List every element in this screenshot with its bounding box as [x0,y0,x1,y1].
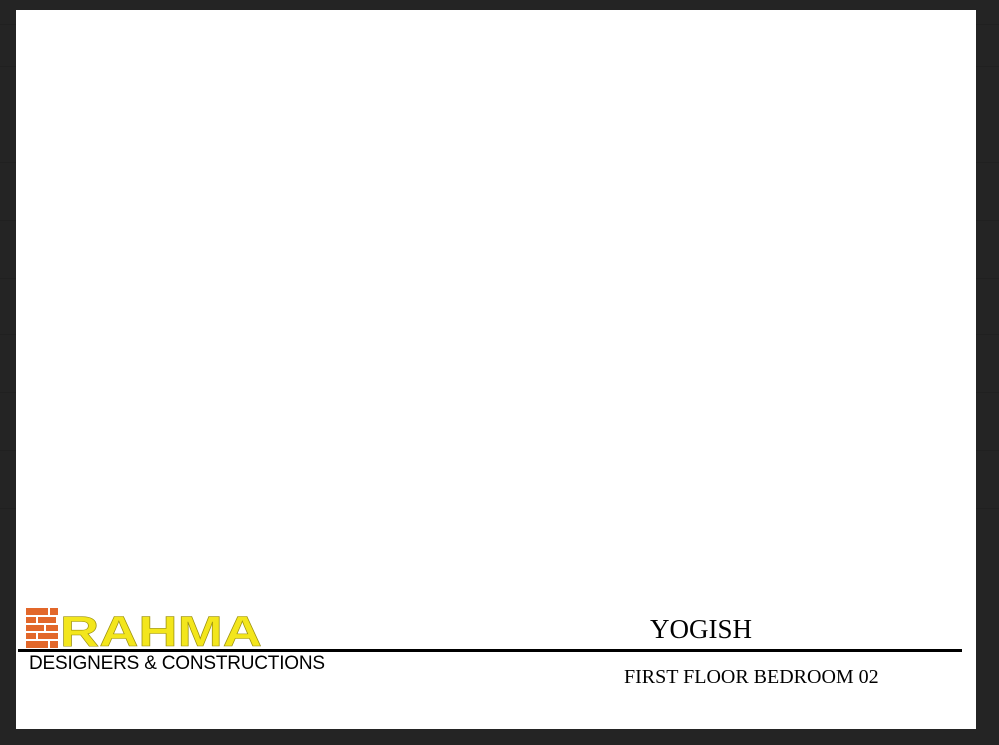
logo-wordmark: RAHMA [60,608,262,648]
drawing-sheet-image: RAHMA DESIGNERS & CONSTRUCTIONS YOGISH F… [16,10,976,729]
brahma-logo: RAHMA [26,608,262,648]
company-name: DESIGNERS & CONSTRUCTIONS [29,653,325,674]
drawing-title: FIRST FLOOR BEDROOM 02 [624,666,879,688]
title-block-divider [18,649,962,652]
client-name: YOGISH [650,614,753,644]
brick-b-icon [26,608,58,648]
